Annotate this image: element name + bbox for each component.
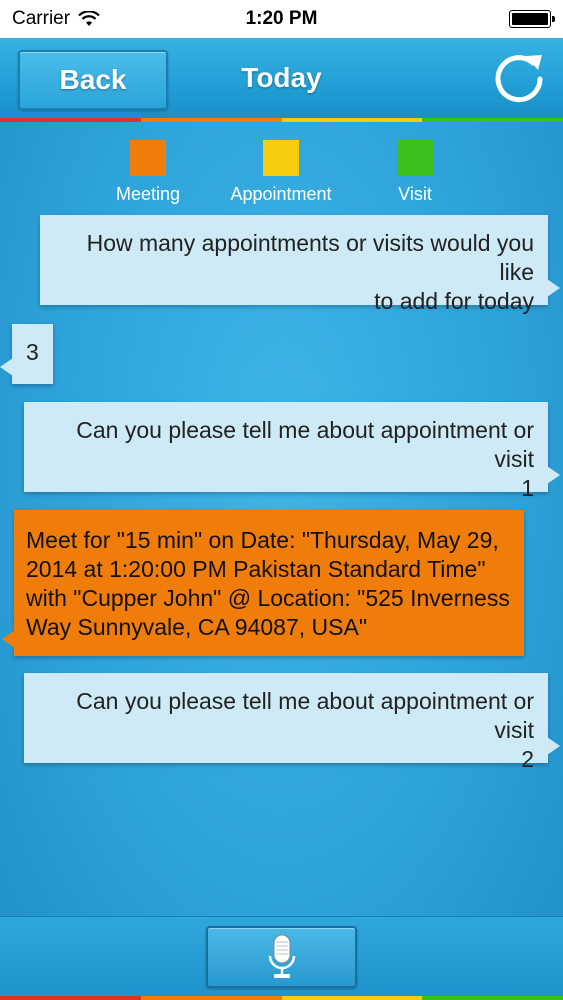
message-line: Can you please tell me about appointment… xyxy=(76,688,534,743)
legend-visit: Visit xyxy=(345,140,485,205)
strip-green xyxy=(422,996,563,1000)
wifi-icon xyxy=(78,11,100,26)
back-button[interactable]: Back xyxy=(18,50,168,110)
color-strip-top xyxy=(0,118,563,122)
legend: Meeting Appointment Visit xyxy=(0,140,563,206)
legend-label-visit: Visit xyxy=(398,184,432,204)
strip-yellow xyxy=(281,118,423,122)
message-line: to add for today xyxy=(374,288,534,314)
message-line: Can you please tell me about appointment… xyxy=(76,417,534,472)
strip-orange xyxy=(140,996,282,1000)
legend-swatch-meeting xyxy=(130,140,166,176)
message-bubble-question-1: Can you please tell me about appointment… xyxy=(24,402,560,501)
microphone-button[interactable] xyxy=(206,926,357,988)
legend-swatch-visit xyxy=(397,140,433,176)
strip-yellow xyxy=(281,996,423,1000)
legend-swatch-appointment xyxy=(263,140,299,176)
message-line: Meet for "15 min" on Date: "Thursday, Ma… xyxy=(26,527,499,553)
battery-icon xyxy=(509,10,555,28)
status-bar: Carrier 1:20 PM xyxy=(0,0,563,38)
message-line: 2 xyxy=(521,746,534,772)
legend-meeting: Meeting xyxy=(78,140,218,205)
message-line: with "Cupper John" @ Location: "525 Inve… xyxy=(26,585,510,611)
color-strip-bottom xyxy=(0,996,563,1000)
message-bubble-reply-count: 3 xyxy=(0,324,53,384)
message-line: 1 xyxy=(521,475,534,501)
navigation-bar: Back Today xyxy=(0,38,563,120)
message-bubble-question-count: How many appointments or visits would yo… xyxy=(40,215,560,314)
message-line: 2014 at 1:20:00 PM Pakistan Standard Tim… xyxy=(26,556,486,582)
strip-red xyxy=(0,118,141,122)
refresh-icon[interactable] xyxy=(489,48,549,108)
carrier-label: Carrier xyxy=(12,8,71,29)
status-left: Carrier xyxy=(12,8,100,30)
strip-red xyxy=(0,996,141,1000)
message-line: Way Sunnyvale, CA 94087, USA" xyxy=(26,614,367,640)
microphone-icon xyxy=(268,934,295,978)
message-bubble-question-2: Can you please tell me about appointment… xyxy=(24,673,560,772)
legend-label-meeting: Meeting xyxy=(115,184,181,204)
bottom-bar xyxy=(0,916,563,996)
legend-appointment: Appointment xyxy=(211,140,351,205)
message-bubble-meeting-details[interactable]: Meet for "15 min" on Date: "Thursday, Ma… xyxy=(2,510,524,656)
legend-label-appointment: Appointment xyxy=(230,184,332,204)
message-line: How many appointments or visits would yo… xyxy=(86,230,534,285)
message-line: 3 xyxy=(26,339,39,365)
strip-orange xyxy=(140,118,282,122)
strip-green xyxy=(422,118,563,122)
